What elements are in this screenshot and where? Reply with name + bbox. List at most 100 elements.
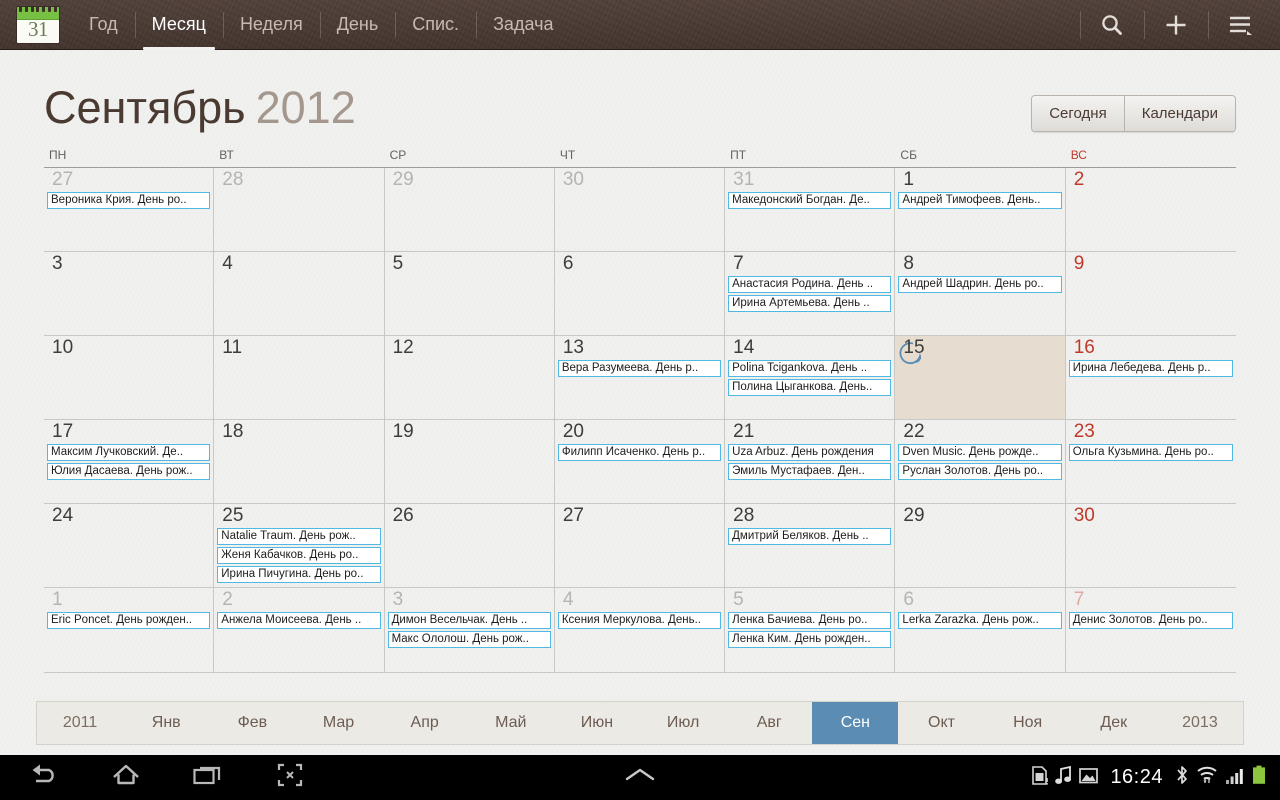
calendar-event[interactable]: Максим Лучковский. Де.. [47, 444, 211, 461]
day-cell[interactable]: 28 Дмитрий Беляков. День .. [725, 504, 896, 587]
day-cell[interactable]: 26 [385, 504, 555, 587]
tab-month[interactable]: Месяц [134, 0, 223, 50]
day-cell[interactable]: 1 Eric Poncet. День рожден.. [44, 588, 215, 672]
recent-apps-button[interactable] [186, 755, 230, 800]
calendar-event[interactable]: Филипп Исаченко. День р.. [557, 444, 722, 461]
calendar-event[interactable]: Dven Music. День рожде.. [898, 444, 1062, 461]
calendar-event[interactable]: Вера Разумеева. День р.. [557, 360, 722, 377]
month-strip-month[interactable]: Июн [554, 702, 640, 744]
day-cell[interactable]: 10 [44, 336, 215, 419]
calendar-event[interactable]: Ленка Ким. День рожден.. [728, 631, 892, 648]
calendar-event[interactable]: Natalie Traum. День рож.. [217, 528, 381, 545]
calendar-event[interactable]: Ирина Артемьева. День .. [728, 295, 892, 312]
day-cell[interactable]: 14 Polina Tcigankova. День .. Полина Цыган… [725, 336, 896, 419]
calendar-event[interactable]: Lerka Zarazka. День рож.. [898, 612, 1062, 629]
calendar-event[interactable]: Анжела Моисеева. День .. [217, 612, 381, 629]
day-cell[interactable]: 24 [44, 504, 215, 587]
month-strip-month[interactable]: Апр [382, 702, 468, 744]
expand-statusbar-button[interactable] [618, 755, 662, 800]
calendar-event[interactable]: Дмитрий Беляков. День .. [728, 528, 892, 545]
overflow-menu-button[interactable] [1208, 0, 1272, 50]
day-cell[interactable]: 2 [1066, 168, 1236, 251]
calendar-event[interactable]: Женя Кабачков. День ро.. [217, 547, 381, 564]
calendar-event[interactable]: Македонский Богдан. Де.. [728, 192, 892, 209]
day-cell[interactable]: 31 Македонский Богдан. Де.. [725, 168, 896, 251]
day-cell[interactable]: 19 [385, 420, 555, 503]
status-area[interactable]: 16:24 [1031, 765, 1280, 790]
calendar-event[interactable]: Андрей Шадрин. День ро.. [898, 276, 1062, 293]
day-cell[interactable]: 29 [895, 504, 1066, 587]
calendar-event[interactable]: Полина Цыганкова. День.. [728, 379, 892, 396]
month-strip-month[interactable]: Ноя [985, 702, 1071, 744]
calendar-event[interactable]: Ленка Бачиева. День ро.. [728, 612, 892, 629]
calendar-event[interactable]: Анастасия Родина. День .. [728, 276, 892, 293]
day-cell[interactable]: 16 Ирина Лебедева. День р.. [1066, 336, 1236, 419]
day-cell[interactable]: 28 [214, 168, 385, 251]
calendar-event[interactable]: Eric Poncet. День рожден.. [47, 612, 211, 629]
tab-list[interactable]: Спис. [395, 0, 476, 50]
month-strip-month[interactable]: Янв [123, 702, 209, 744]
calendar-event[interactable]: Вероника Крия. День ро.. [47, 192, 211, 209]
month-strip-month[interactable]: Авг [726, 702, 812, 744]
add-event-button[interactable] [1144, 0, 1208, 50]
month-strip-month[interactable]: Сен [812, 702, 899, 744]
back-button[interactable] [22, 755, 66, 800]
day-cell[interactable]: 27 [555, 504, 726, 587]
calendar-event[interactable]: Макс Ололош. День рож.. [387, 631, 551, 648]
day-cell[interactable]: 2 Анжела Моисеева. День .. [214, 588, 385, 672]
month-strip-month[interactable]: Окт [898, 702, 984, 744]
day-cell[interactable]: 5 [385, 252, 555, 335]
day-cell[interactable]: 22 Dven Music. День рожде.. Руслан Золотов… [895, 420, 1066, 503]
tab-day[interactable]: День [319, 0, 396, 50]
calendar-event[interactable]: Юлия Дасаева. День рож.. [47, 463, 211, 480]
calendar-event[interactable]: Андрей Тимофеев. День.. [898, 192, 1062, 209]
day-cell[interactable]: 18 [214, 420, 385, 503]
calendar-event[interactable]: Uza Arbuz. День рождения [728, 444, 892, 461]
calendar-event[interactable]: Руслан Золотов. День ро.. [898, 463, 1062, 480]
month-strip-month[interactable]: Июл [640, 702, 726, 744]
calendar-event[interactable]: Ксения Меркулова. День.. [557, 612, 722, 629]
day-cell[interactable]: 3 [44, 252, 215, 335]
day-cell[interactable]: 29 [385, 168, 555, 251]
day-cell[interactable]: 21 Uza Arbuz. День рождения Эмиль Мустафае… [725, 420, 896, 503]
day-cell[interactable]: 1 Андрей Тимофеев. День.. [895, 168, 1066, 251]
search-button[interactable] [1080, 0, 1144, 50]
calendar-event[interactable]: Ирина Пичугина. День ро.. [217, 566, 381, 583]
today-button[interactable]: Сегодня [1032, 96, 1124, 131]
month-strip-year[interactable]: 2011 [37, 702, 123, 744]
day-cell[interactable]: 27 Вероника Крия. День ро.. [44, 168, 215, 251]
month-strip-month[interactable]: Май [468, 702, 554, 744]
day-cell[interactable]: 7 Денис Золотов. День ро.. [1066, 588, 1236, 672]
day-cell[interactable]: 30 [555, 168, 726, 251]
month-strip-month[interactable]: Мар [295, 702, 381, 744]
calendar-event[interactable]: Денис Золотов. День ро.. [1068, 612, 1233, 629]
day-cell[interactable]: 15 [895, 336, 1066, 419]
day-cell[interactable]: 4 Ксения Меркулова. День.. [555, 588, 726, 672]
day-cell[interactable]: 25 Natalie Traum. День рож.. Женя Кабачков… [214, 504, 385, 587]
home-button[interactable] [104, 755, 148, 800]
calendar-icon[interactable]: 31 [16, 5, 60, 44]
day-cell[interactable]: 30 [1066, 504, 1236, 587]
day-cell[interactable]: 5 Ленка Бачиева. День ро.. Ленка Ким. День… [725, 588, 896, 672]
tab-year[interactable]: Год [72, 0, 135, 50]
calendar-event[interactable]: Димон Весельчак. День .. [387, 612, 551, 629]
calendar-event[interactable]: Эмиль Мустафаев. Ден.. [728, 463, 892, 480]
tab-week[interactable]: Неделя [222, 0, 320, 50]
month-strip-year[interactable]: 2013 [1157, 702, 1243, 744]
screenshot-button[interactable] [268, 755, 312, 800]
calendars-button[interactable]: Календари [1123, 96, 1235, 131]
calendar-event[interactable]: Ольга Кузьмина. День ро.. [1068, 444, 1233, 461]
day-cell[interactable]: 6 Lerka Zarazka. День рож.. [895, 588, 1066, 672]
day-cell[interactable]: 12 [385, 336, 555, 419]
day-cell[interactable]: 4 [214, 252, 385, 335]
day-cell[interactable]: 17 Максим Лучковский. Де.. Юлия Дасаева. Д… [44, 420, 215, 503]
day-cell[interactable]: 3 Димон Весельчак. День .. Макс Ололош. Де… [385, 588, 555, 672]
day-cell[interactable]: 8 Андрей Шадрин. День ро.. [895, 252, 1066, 335]
month-strip-month[interactable]: Фев [209, 702, 295, 744]
day-cell[interactable]: 23 Ольга Кузьмина. День ро.. [1066, 420, 1236, 503]
month-strip-month[interactable]: Дек [1071, 702, 1157, 744]
calendar-event[interactable]: Polina Tcigankova. День .. [728, 360, 892, 377]
day-cell[interactable]: 20 Филипп Исаченко. День р.. [555, 420, 726, 503]
day-cell[interactable]: 7 Анастасия Родина. День .. Ирина Артемьев… [725, 252, 896, 335]
tab-task[interactable]: Задача [476, 0, 570, 50]
